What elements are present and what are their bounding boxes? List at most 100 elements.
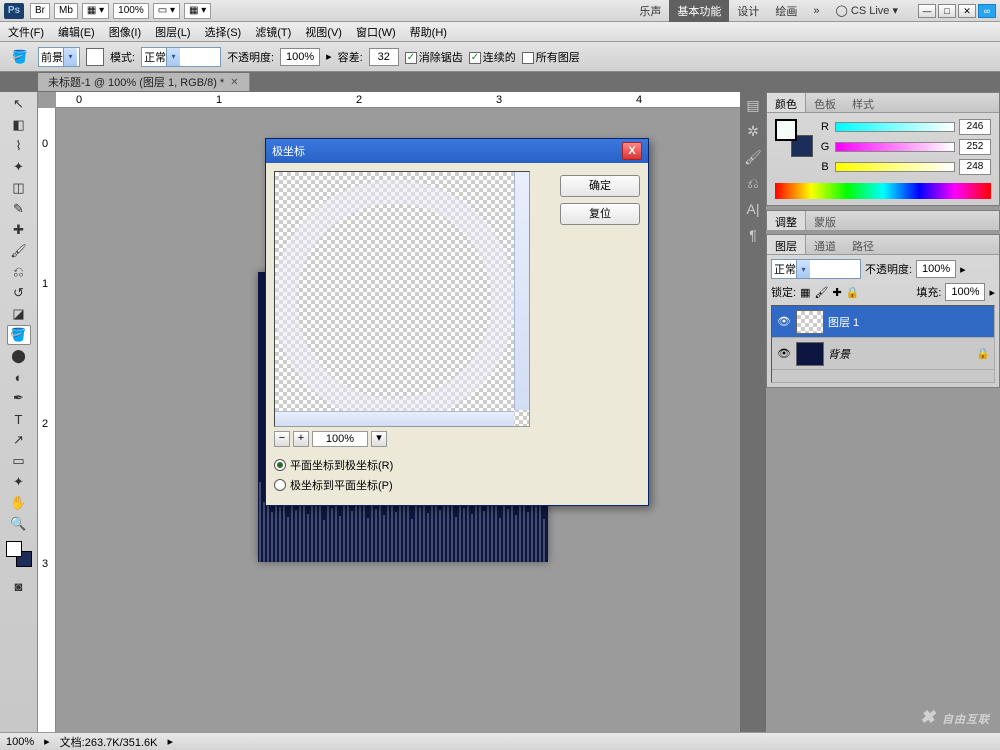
lock-position-icon[interactable]: ✚	[832, 286, 841, 299]
tab-layers[interactable]: 图层	[767, 235, 806, 254]
clone-icon[interactable]: ⎌	[743, 174, 763, 192]
fg-bg-swatch[interactable]	[6, 541, 32, 567]
brush-tool[interactable]: 🖌	[7, 241, 31, 261]
dialog-titlebar[interactable]: 极坐标 X	[266, 139, 648, 163]
blend-mode-select[interactable]: 正常▾	[771, 259, 861, 279]
cslive-button[interactable]: ◯ CS Live ▾	[828, 1, 906, 20]
minimize-button[interactable]: —	[918, 4, 936, 18]
layer-fill-input[interactable]: 100%	[945, 283, 985, 301]
lock-all-icon[interactable]: 🔒	[846, 286, 860, 299]
document-tab[interactable]: 未标题-1 @ 100% (图层 1, RGB/8) * ✕	[38, 73, 250, 91]
path-tool[interactable]: ↗	[7, 430, 31, 450]
visibility-icon[interactable]: 👁	[776, 347, 792, 360]
status-zoom[interactable]: 100%	[6, 736, 34, 748]
opacity-input[interactable]: 100%	[280, 48, 320, 66]
tab-color[interactable]: 颜色	[767, 93, 806, 112]
type-tool[interactable]: T	[7, 409, 31, 429]
layer-name[interactable]: 背景	[828, 346, 850, 362]
menu-edit[interactable]: 编辑(E)	[58, 24, 95, 40]
tab-channels[interactable]: 通道	[806, 235, 844, 254]
bucket-tool[interactable]: 🪣	[7, 325, 31, 345]
status-menu[interactable]: ▸	[168, 735, 174, 748]
screen-mode-button[interactable]: ▦ ▾	[82, 3, 109, 19]
close-button[interactable]: ✕	[958, 4, 976, 18]
crop-tool[interactable]: ◫	[7, 178, 31, 198]
menu-layer[interactable]: 图层(L)	[155, 24, 190, 40]
lock-transparency-icon[interactable]: ▦	[800, 286, 810, 299]
scrollbar-horizontal[interactable]	[275, 411, 514, 426]
quickmask-button[interactable]: ◙	[7, 576, 31, 596]
eyedropper-tool[interactable]: ✎	[7, 199, 31, 219]
preview-zoom[interactable]: 100%	[312, 431, 368, 447]
tab-paths[interactable]: 路径	[844, 235, 882, 254]
marquee-tool[interactable]: ◧	[7, 115, 31, 135]
fg-bg-swatch[interactable]	[775, 119, 813, 157]
gear-icon[interactable]: ✲	[743, 122, 763, 140]
close-button[interactable]: X	[622, 142, 642, 160]
char-icon[interactable]: A|	[743, 200, 763, 218]
lasso-tool[interactable]: ⌇	[7, 136, 31, 156]
opacity-flyout[interactable]: ▸	[326, 50, 332, 63]
brush-icon[interactable]: 🖌	[743, 148, 763, 166]
menu-select[interactable]: 选择(S)	[205, 24, 242, 40]
status-flyout[interactable]: ▸	[44, 735, 50, 748]
tolerance-input[interactable]: 32	[369, 48, 399, 66]
tab-styles[interactable]: 样式	[844, 93, 882, 112]
dodge-tool[interactable]: ◐	[7, 367, 31, 387]
shape-tool[interactable]: ▭	[7, 451, 31, 471]
visibility-icon[interactable]: 👁	[776, 315, 792, 328]
pattern-swatch[interactable]	[86, 48, 104, 66]
maximize-button[interactable]: □	[938, 4, 956, 18]
g-input[interactable]: 252	[959, 139, 991, 155]
contiguous-checkbox[interactable]	[469, 52, 481, 64]
extras-button[interactable]: ▦ ▾	[184, 3, 211, 19]
move-tool[interactable]: ↖	[7, 94, 31, 114]
zoom-menu[interactable]: ▾	[371, 431, 387, 447]
arrange-button[interactable]: ▭ ▾	[153, 3, 180, 19]
zoom-out-button[interactable]: −	[274, 431, 290, 447]
layer-opacity-input[interactable]: 100%	[916, 260, 956, 278]
g-slider[interactable]	[835, 142, 955, 152]
spectrum-bar[interactable]	[775, 183, 991, 199]
blur-tool[interactable]: ⬤	[7, 346, 31, 366]
zoom-in-button[interactable]: +	[293, 431, 309, 447]
zoom-display[interactable]: 100%	[113, 3, 149, 19]
tab-masks[interactable]: 蒙版	[806, 211, 844, 230]
layer-row[interactable]: 👁 背景 🔒	[772, 338, 994, 370]
reset-button[interactable]: 复位	[560, 203, 640, 225]
radio-rect-to-polar[interactable]	[274, 459, 286, 471]
menu-image[interactable]: 图像(I)	[109, 24, 141, 40]
minibridge-button[interactable]: Mb	[54, 3, 78, 19]
menu-view[interactable]: 视图(V)	[305, 24, 342, 40]
antialias-checkbox[interactable]	[405, 52, 417, 64]
layer-row[interactable]: 👁 图层 1	[772, 306, 994, 338]
r-input[interactable]: 246	[959, 119, 991, 135]
filter-preview[interactable]	[274, 171, 530, 427]
history-brush-tool[interactable]: ↺	[7, 283, 31, 303]
layer-thumbnail[interactable]	[796, 342, 824, 366]
hand-tool[interactable]: ✋	[7, 493, 31, 513]
zoom-tool[interactable]: 🔍	[7, 514, 31, 534]
bridge-button[interactable]: Br	[30, 3, 50, 19]
menu-help[interactable]: 帮助(H)	[410, 24, 447, 40]
layer-name[interactable]: 图层 1	[828, 314, 859, 330]
menu-window[interactable]: 窗口(W)	[356, 24, 396, 40]
para-icon[interactable]: ¶	[743, 226, 763, 244]
workspace-tab[interactable]: 乐声	[631, 0, 669, 22]
scrollbar-vertical[interactable]	[514, 172, 529, 410]
heal-tool[interactable]: ✚	[7, 220, 31, 240]
pen-tool[interactable]: ✒	[7, 388, 31, 408]
wand-tool[interactable]: ✦	[7, 157, 31, 177]
eraser-tool[interactable]: ◪	[7, 304, 31, 324]
mode-select[interactable]: 正常▾	[141, 47, 221, 67]
menu-filter[interactable]: 滤镜(T)	[255, 24, 291, 40]
tab-swatches[interactable]: 色板	[806, 93, 844, 112]
layer-thumbnail[interactable]	[796, 310, 824, 334]
opacity-flyout[interactable]: ▸	[960, 263, 966, 276]
workspace-tab-active[interactable]: 基本功能	[669, 0, 729, 22]
lock-pixels-icon[interactable]: 🖌	[814, 286, 828, 299]
stamp-tool[interactable]: ⎌	[7, 262, 31, 282]
menu-file[interactable]: 文件(F)	[8, 24, 44, 40]
workspace-more[interactable]: »	[805, 2, 827, 20]
share-button[interactable]: ∞	[978, 4, 996, 18]
